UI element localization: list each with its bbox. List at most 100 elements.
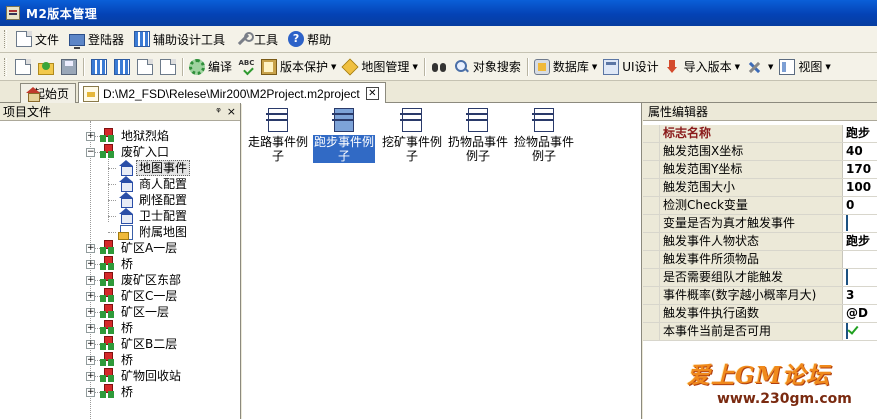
property-value[interactable]: 170 — [843, 161, 877, 178]
property-row[interactable]: 触发范围X坐标 40 — [643, 143, 877, 161]
ui-design-button[interactable]: UI设计 — [600, 56, 661, 78]
add-item-button[interactable] — [87, 56, 110, 78]
property-row[interactable]: 触发事件人物状态 跑步 — [643, 233, 877, 251]
toolbar-grip[interactable] — [4, 57, 7, 76]
property-row[interactable]: 检测Check变量 0 — [643, 197, 877, 215]
property-checkbox[interactable] — [846, 215, 848, 231]
menu-file[interactable]: 文件 — [11, 28, 64, 50]
tree-expander[interactable]: + — [86, 340, 95, 349]
property-row[interactable]: 变量是否为真才触发事件 — [643, 215, 877, 233]
new-button[interactable] — [11, 56, 34, 78]
delete-item-button[interactable] — [110, 56, 133, 78]
property-value[interactable]: 0 — [843, 197, 877, 214]
config-house-icon — [118, 160, 134, 176]
event-drop-item[interactable]: 扔物品事件 例子 — [446, 107, 510, 163]
menu-tools[interactable]: 工具 — [230, 28, 283, 50]
tree-item[interactable]: 附属地图 — [118, 224, 190, 240]
tree-item[interactable]: 刷怪配置 — [118, 192, 190, 208]
tree-expander[interactable]: + — [86, 292, 95, 301]
config-house-icon — [118, 176, 134, 192]
tab-start-page[interactable]: 起始页 — [20, 83, 76, 103]
event-walk[interactable]: 走路事件例子 — [246, 107, 310, 163]
event-canvas[interactable]: 走路事件例子 跑步事件例子 挖矿事件例子 扔物品事件 例子 捡物品事件 例子 — [242, 103, 642, 419]
tree-expander[interactable]: + — [86, 372, 95, 381]
property-row[interactable]: 事件概率(数字越小概率月大) 3 — [643, 287, 877, 305]
property-row[interactable]: 标志名称 跑步 — [643, 125, 877, 143]
property-row[interactable]: 触发范围大小 100 — [643, 179, 877, 197]
property-row[interactable]: 是否需要组队才能触发 — [643, 269, 877, 287]
property-checkbox[interactable] — [846, 269, 848, 285]
property-value[interactable]: 跑步 — [843, 233, 877, 250]
copy-button[interactable] — [133, 56, 156, 78]
menu-bar: 文件 登陆器 辅助设计工具 工具 ? 帮助 — [0, 26, 877, 53]
menu-design-tools[interactable]: 辅助设计工具 — [129, 28, 230, 50]
tree-expander[interactable]: + — [86, 324, 95, 333]
menu-grip[interactable] — [4, 30, 7, 48]
tree-item[interactable]: 卫士配置 — [118, 208, 190, 224]
paste-button[interactable] — [156, 56, 179, 78]
tree-expander[interactable]: + — [86, 260, 95, 269]
tree-item[interactable]: 矿区B二层 — [100, 336, 180, 352]
tree-item[interactable]: 地图事件 — [118, 160, 191, 176]
property-row[interactable]: 触发事件执行函数 @D — [643, 305, 877, 323]
project-tree[interactable]: + 地狱烈焰 − 废矿入口 地图事件 商人配置 刷怪配置 卫士配置 附属地图 + 矿区A一层 + 桥 + 废… — [0, 121, 240, 419]
tree-item[interactable]: 矿物回收站 — [100, 368, 184, 384]
close-icon[interactable]: ✕ — [365, 87, 379, 100]
tree-item[interactable]: 地狱烈焰 — [100, 128, 172, 144]
tree-item[interactable]: 矿区一层 — [100, 304, 172, 320]
tree-expander[interactable]: − — [86, 148, 95, 157]
map-manage-button[interactable]: 地图管理 ▼ — [339, 56, 420, 78]
version-protect-button[interactable]: 版本保护 ▼ — [258, 56, 339, 78]
tree-item[interactable]: 商人配置 — [118, 176, 190, 192]
property-value[interactable] — [843, 269, 877, 286]
tree-expander[interactable]: + — [86, 308, 95, 317]
tree-item[interactable]: 桥 — [100, 352, 136, 368]
property-row[interactable]: 触发事件所须物品 — [643, 251, 877, 269]
property-value[interactable] — [843, 215, 877, 232]
tools-dropdown-button[interactable]: ▼ — [743, 56, 776, 78]
tree-expander[interactable]: + — [86, 132, 95, 141]
save-button[interactable] — [57, 56, 80, 78]
event-pickup-item[interactable]: 捡物品事件 例子 — [512, 107, 576, 163]
find-button[interactable] — [428, 56, 451, 78]
tree-item-label: 商人配置 — [139, 177, 188, 191]
menu-help[interactable]: ? 帮助 — [283, 28, 336, 50]
property-value[interactable]: 跑步 — [843, 125, 877, 142]
property-value[interactable]: 3 — [843, 287, 877, 304]
property-value[interactable] — [843, 323, 877, 340]
tree-expander[interactable]: + — [86, 244, 95, 253]
database-button[interactable]: 数据库 ▼ — [531, 56, 600, 78]
tree-item[interactable]: 矿区A一层 — [100, 240, 180, 256]
tree-item[interactable]: 桥 — [100, 256, 136, 272]
property-value[interactable] — [843, 251, 877, 268]
open-button[interactable] — [34, 56, 57, 78]
property-checkbox[interactable] — [846, 323, 848, 339]
toolbar-separator — [423, 57, 425, 76]
tree-expander[interactable]: + — [86, 388, 95, 397]
tree-item[interactable]: 桥 — [100, 384, 136, 400]
close-pane-icon[interactable]: × — [227, 105, 236, 118]
property-value[interactable]: 40 — [843, 143, 877, 160]
event-run[interactable]: 跑步事件例子 — [311, 107, 377, 164]
view-button[interactable]: 视图 ▼ — [776, 56, 833, 78]
event-mine[interactable]: 挖矿事件例子 — [380, 107, 444, 163]
menu-launcher[interactable]: 登陆器 — [64, 28, 129, 50]
tree-item[interactable]: 废矿区东部 — [100, 272, 184, 288]
property-value[interactable]: 100 — [843, 179, 877, 196]
property-value[interactable]: @D — [843, 305, 877, 322]
tree-expander[interactable]: + — [86, 276, 95, 285]
pin-icon[interactable]: ᵠ — [216, 105, 221, 118]
property-row[interactable]: 本事件当前是否可用 — [643, 323, 877, 341]
property-row[interactable]: 触发范围Y坐标 170 — [643, 161, 877, 179]
object-search-button[interactable]: 对象搜索 — [451, 56, 524, 78]
property-name: 检测Check变量 — [660, 197, 843, 214]
compile-button[interactable]: 编译 — [186, 56, 235, 78]
spell-check-button[interactable]: ABC — [235, 56, 258, 78]
tree-item[interactable]: 废矿入口 — [100, 144, 172, 160]
tree-item[interactable]: 矿区C一层 — [100, 288, 180, 304]
tab-project[interactable]: D:\M2_FSD\Relese\Mir200\M2Project.m2proj… — [78, 82, 386, 104]
tree-item[interactable]: 桥 — [100, 320, 136, 336]
monitor-icon — [69, 34, 86, 49]
import-version-button[interactable]: 导入版本 ▼ — [662, 56, 743, 78]
tree-expander[interactable]: + — [86, 356, 95, 365]
